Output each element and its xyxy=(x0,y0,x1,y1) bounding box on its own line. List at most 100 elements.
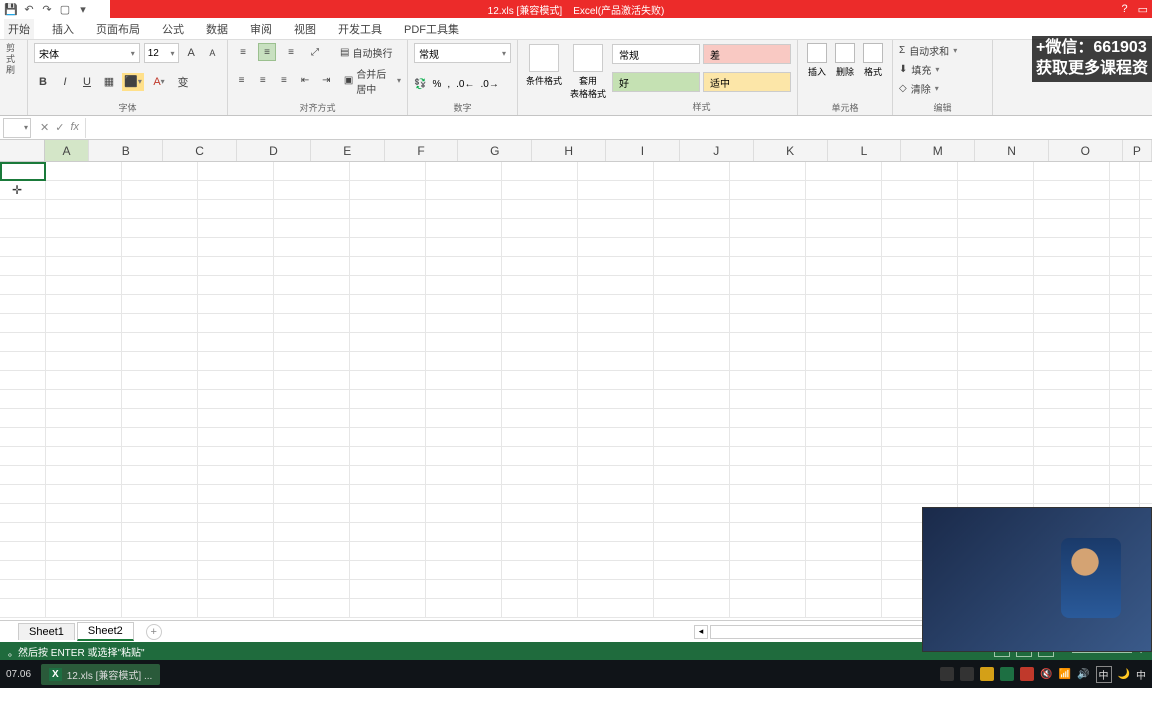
ime-indicator[interactable]: 中 xyxy=(1096,666,1112,683)
font-color-button[interactable]: A▾ xyxy=(148,73,170,91)
align-right-icon[interactable]: ≡ xyxy=(276,72,291,90)
column-header-B[interactable]: B xyxy=(89,140,163,161)
ribbon-collapse-icon[interactable]: ▭ xyxy=(1138,3,1148,16)
sheet-tab-2[interactable]: Sheet2 xyxy=(77,622,134,641)
wrap-text-button[interactable]: ▤ 自动换行 xyxy=(340,45,392,60)
increase-font-icon[interactable]: A xyxy=(183,44,200,62)
italic-button[interactable]: I xyxy=(56,73,74,91)
percent-icon[interactable]: % xyxy=(432,79,441,90)
column-header-G[interactable]: G xyxy=(458,140,532,161)
format-painter-button[interactable]: 式刷 xyxy=(6,54,21,76)
night-icon[interactable]: 🌙 xyxy=(1118,669,1130,680)
tray-icon[interactable] xyxy=(1020,667,1034,681)
taskbar-time: 07.06 xyxy=(6,669,31,680)
new-icon[interactable]: ▢ xyxy=(58,2,72,16)
tab-page-layout[interactable]: 页面布局 xyxy=(92,19,144,39)
column-header-C[interactable]: C xyxy=(163,140,237,161)
undo-icon[interactable]: ↶ xyxy=(22,2,36,16)
column-header-H[interactable]: H xyxy=(532,140,606,161)
select-all-corner[interactable] xyxy=(0,140,45,161)
new-sheet-button[interactable]: + xyxy=(146,624,162,640)
scroll-left-icon[interactable]: ◂ xyxy=(694,625,708,639)
insert-button[interactable]: 插入 xyxy=(807,43,827,78)
clear-button[interactable]: ◇ 清除 ▾ xyxy=(899,81,986,96)
currency-icon[interactable]: 💱 xyxy=(414,79,426,90)
redo-icon[interactable]: ↷ xyxy=(40,2,54,16)
conditional-format-button[interactable]: 条件格式 xyxy=(522,42,566,113)
comma-icon[interactable]: , xyxy=(447,79,450,90)
column-header-J[interactable]: J xyxy=(680,140,754,161)
style-good[interactable]: 好 xyxy=(612,72,700,92)
underline-button[interactable]: U xyxy=(78,73,96,91)
network-icon[interactable]: 📶 xyxy=(1059,669,1071,680)
sheet-tab-1[interactable]: Sheet1 xyxy=(18,623,75,640)
qat-more-icon[interactable]: ▾ xyxy=(76,2,90,16)
font-size-combo[interactable]: 12▾ xyxy=(144,43,179,63)
bold-button[interactable]: B xyxy=(34,73,52,91)
column-header-D[interactable]: D xyxy=(237,140,311,161)
cell-styles-gallery[interactable]: 常规 差 好 适中 xyxy=(610,42,793,99)
tab-data[interactable]: 数据 xyxy=(202,19,232,39)
tab-insert[interactable]: 插入 xyxy=(48,19,78,39)
fill-button[interactable]: ⬇ 填充 ▾ xyxy=(899,62,986,77)
align-top-icon[interactable]: ≡ xyxy=(234,43,252,61)
align-middle-icon[interactable]: ≡ xyxy=(258,43,276,61)
column-header-E[interactable]: E xyxy=(311,140,385,161)
format-button[interactable]: 格式 xyxy=(863,43,883,78)
tab-formulas[interactable]: 公式 xyxy=(158,19,188,39)
taskbar-excel-button[interactable]: X 12.xls [兼容模式] ... xyxy=(41,664,160,685)
column-header-F[interactable]: F xyxy=(385,140,459,161)
indent-inc-icon[interactable]: ⇥ xyxy=(319,72,334,90)
tab-review[interactable]: 审阅 xyxy=(246,19,276,39)
tray-icon[interactable] xyxy=(1000,667,1014,681)
orientation-icon[interactable]: ⤢ xyxy=(306,43,324,61)
decrease-decimal-icon[interactable]: .0→ xyxy=(480,79,498,90)
enter-icon[interactable]: ✓ xyxy=(55,121,64,134)
autosum-button[interactable]: Σ 自动求和 ▾ xyxy=(899,43,986,58)
windows-taskbar: 07.06 X 12.xls [兼容模式] ... 🔇 📶 🔊 中 🌙 中 xyxy=(0,660,1152,688)
align-left-icon[interactable]: ≡ xyxy=(234,72,249,90)
number-format-combo[interactable]: 常规▾ xyxy=(414,43,511,63)
help-icon[interactable]: ? xyxy=(1121,3,1127,16)
column-header-L[interactable]: L xyxy=(828,140,902,161)
ime-lang[interactable]: 中 xyxy=(1136,667,1146,682)
align-bottom-icon[interactable]: ≡ xyxy=(282,43,300,61)
tab-view[interactable]: 视图 xyxy=(290,19,320,39)
formula-bar[interactable] xyxy=(85,118,1152,138)
column-header-A[interactable]: A xyxy=(45,140,90,161)
tab-developer[interactable]: 开发工具 xyxy=(334,19,386,39)
phonetic-button[interactable]: 变 xyxy=(174,73,192,91)
tray-icon[interactable] xyxy=(980,667,994,681)
indent-dec-icon[interactable]: ⇤ xyxy=(298,72,313,90)
volume-icon[interactable]: 🔊 xyxy=(1077,669,1089,680)
tray-icon[interactable] xyxy=(940,667,954,681)
cut-button[interactable]: 剪 xyxy=(6,43,21,54)
font-name-combo[interactable]: 宋体▾ xyxy=(34,43,140,63)
tab-pdf[interactable]: PDF工具集 xyxy=(400,19,463,39)
style-bad[interactable]: 差 xyxy=(703,44,791,64)
tray-icon[interactable]: 🔇 xyxy=(1040,669,1052,680)
fx-icon[interactable]: fx xyxy=(70,121,79,134)
column-header-O[interactable]: O xyxy=(1049,140,1123,161)
style-normal[interactable]: 常规 xyxy=(612,44,700,64)
column-header-I[interactable]: I xyxy=(606,140,680,161)
group-editing: Σ 自动求和 ▾ ⬇ 填充 ▾ ◇ 清除 ▾ 编辑 xyxy=(893,40,993,115)
format-as-table-button[interactable]: 套用 表格格式 xyxy=(566,42,610,113)
fill-color-button[interactable]: ⬛▾ xyxy=(122,73,144,91)
cancel-icon[interactable]: ✕ xyxy=(40,121,49,134)
tray-icon[interactable] xyxy=(960,667,974,681)
border-button[interactable]: ▦ xyxy=(100,73,118,91)
merge-center-button[interactable]: ▣ 合并后居中 ▾ xyxy=(344,66,401,96)
delete-button[interactable]: 删除 xyxy=(835,43,855,78)
tab-home[interactable]: 开始 xyxy=(4,19,34,39)
name-box[interactable]: ▾ xyxy=(3,118,31,138)
column-header-K[interactable]: K xyxy=(754,140,828,161)
column-header-P[interactable]: P xyxy=(1123,140,1152,161)
decrease-font-icon[interactable]: A xyxy=(204,44,221,62)
save-icon[interactable]: 💾 xyxy=(4,2,18,16)
increase-decimal-icon[interactable]: .0← xyxy=(456,79,474,90)
column-header-M[interactable]: M xyxy=(901,140,975,161)
style-neutral[interactable]: 适中 xyxy=(703,72,791,92)
column-header-N[interactable]: N xyxy=(975,140,1049,161)
align-center-icon[interactable]: ≡ xyxy=(255,72,270,90)
